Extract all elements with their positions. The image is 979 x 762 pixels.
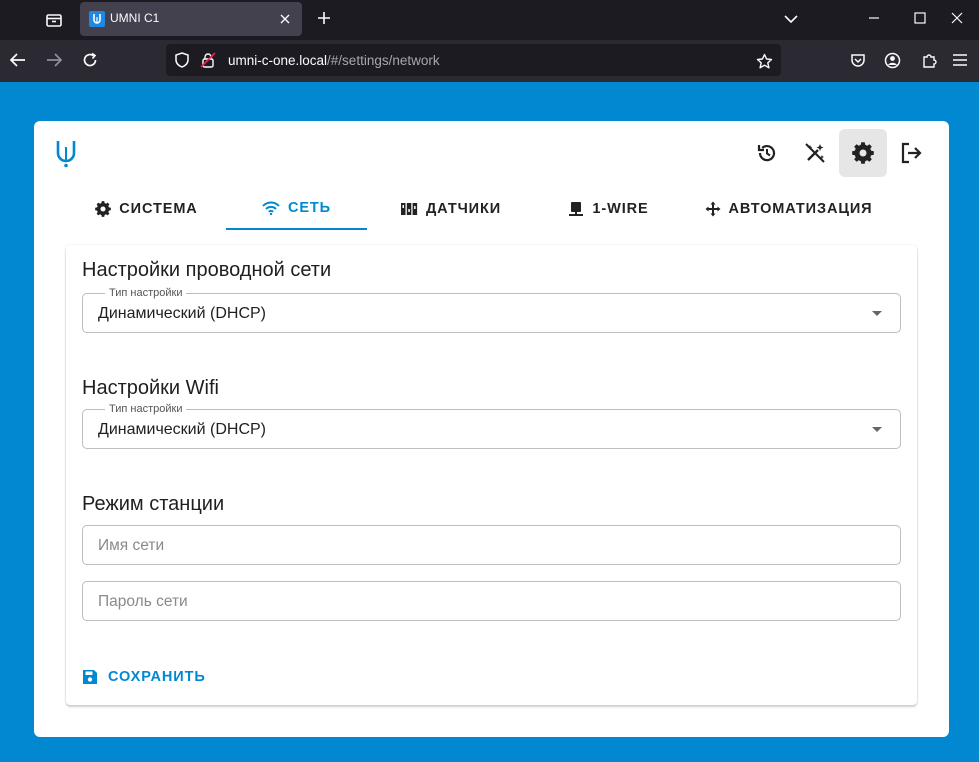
station-section-title: Режим станции: [82, 493, 225, 515]
favicon-icon: [89, 11, 105, 27]
plus-icon: [318, 12, 330, 24]
theme-toggle-button[interactable]: [791, 129, 839, 177]
tab-automation-label: АВТОМАТИЗАЦИЯ: [728, 201, 873, 217]
browser-tab-active[interactable]: UMNI C1: [80, 2, 302, 36]
close-icon: [951, 12, 963, 24]
hamburger-menu-icon: [953, 54, 967, 66]
password-input[interactable]: Пароль сети: [82, 581, 901, 621]
logout-icon: [901, 142, 922, 164]
dropdown-arrow-icon: [872, 311, 882, 316]
wifi-config-type-value: Динамический (DHCP): [98, 421, 266, 438]
url-host: umni-c-one.local: [228, 53, 328, 68]
insecure-lock-icon[interactable]: [200, 52, 216, 68]
settings-tabs: СИСТЕМА СЕТЬ ДАТЧИКИ 1-WIRE АВТОМАТИЗАЦИ…: [67, 188, 894, 230]
reload-button[interactable]: [75, 45, 105, 75]
auto-fix-off-icon: [805, 143, 825, 163]
shield-icon: [175, 52, 189, 68]
puzzle-icon: [923, 54, 937, 68]
tab-network[interactable]: СЕТЬ: [226, 188, 367, 230]
new-tab-button[interactable]: [312, 6, 336, 30]
tab-1wire[interactable]: 1-WIRE: [534, 188, 683, 230]
ssid-placeholder: Имя сети: [98, 537, 165, 554]
dropdown-arrow-icon: [872, 427, 882, 432]
network-settings-panel: Настройки проводной сети Тип настройки Д…: [66, 245, 917, 705]
tab-sensors-label: ДАТЧИКИ: [425, 201, 502, 217]
menu-button[interactable]: [945, 45, 975, 75]
ssid-input[interactable]: Имя сети: [82, 525, 901, 565]
tab-system[interactable]: СИСТЕМА: [67, 188, 226, 230]
bookmark-button[interactable]: [753, 50, 775, 72]
back-button[interactable]: [3, 45, 33, 75]
close-icon: [280, 14, 290, 24]
sensors-icon: [400, 203, 418, 215]
extensions-button[interactable]: [914, 45, 944, 75]
maximize-icon: [914, 12, 926, 24]
browser-tab-bar: UMNI C1: [0, 0, 979, 40]
close-window-button[interactable]: [935, 0, 979, 36]
gear-icon: [95, 201, 112, 217]
app-card: СИСТЕМА СЕТЬ ДАТЧИКИ 1-WIRE АВТОМАТИЗАЦИ…: [34, 121, 949, 737]
restore-icon: [757, 145, 776, 162]
tab-1wire-label: 1-WIRE: [592, 201, 649, 217]
url-bar[interactable]: umni-c-one.local/#/settings/network: [166, 44, 781, 76]
url-path: /#/settings/network: [327, 53, 440, 68]
arrow-right-icon: [47, 53, 62, 67]
minimize-button[interactable]: [851, 0, 897, 36]
arrow-left-icon: [10, 53, 25, 67]
account-button[interactable]: [877, 45, 907, 75]
save-button-label: СОХРАНИТЬ: [108, 669, 206, 685]
forward-button[interactable]: [39, 45, 69, 75]
wired-section-title: Настройки проводной сети: [82, 259, 332, 281]
reload-icon: [83, 52, 97, 67]
account-icon: [884, 52, 900, 68]
tab-close-button[interactable]: [274, 8, 296, 30]
chevron-down-icon: [784, 15, 798, 24]
tab-system-label: СИСТЕМА: [119, 201, 198, 217]
browser-nav-bar: umni-c-one.local/#/settings/network: [0, 40, 979, 82]
save-button[interactable]: СОХРАНИТЬ: [82, 669, 206, 685]
tab-list-button[interactable]: [36, 4, 72, 36]
wifi-section-title: Настройки Wifi: [82, 377, 219, 399]
minimize-icon: [869, 17, 879, 19]
history-button[interactable]: [743, 129, 791, 177]
password-placeholder: Пароль сети: [98, 593, 188, 610]
logout-button[interactable]: [887, 129, 935, 177]
gear-icon: [852, 142, 874, 164]
tab-network-label: СЕТЬ: [287, 200, 332, 216]
device-icon: [569, 202, 584, 216]
wifi-config-type-label: Тип настройки: [105, 403, 187, 415]
tab-automation[interactable]: АВТОМАТИЗАЦИЯ: [683, 188, 894, 230]
wired-config-type-label: Тип настройки: [105, 287, 187, 299]
url-text: umni-c-one.local/#/settings/network: [228, 53, 440, 68]
wifi-config-type-select[interactable]: Тип настройки Динамический (DHCP): [82, 403, 901, 449]
tab-title: UMNI C1: [110, 11, 160, 25]
wired-config-type-value: Динамический (DHCP): [98, 305, 266, 322]
move-icon: [705, 201, 721, 217]
wired-config-type-select[interactable]: Тип настройки Динамический (DHCP): [82, 287, 901, 333]
wifi-icon: [262, 201, 280, 215]
top-actions: [743, 129, 935, 177]
pocket-button[interactable]: [843, 45, 873, 75]
pocket-icon: [851, 54, 865, 67]
star-icon: [756, 53, 772, 68]
tab-list-icon: [46, 14, 62, 27]
save-icon: [83, 670, 97, 684]
settings-button[interactable]: [839, 129, 887, 177]
tab-sensors[interactable]: ДАТЧИКИ: [367, 188, 534, 230]
list-all-tabs-button[interactable]: [778, 6, 804, 32]
umni-logo-icon[interactable]: [54, 139, 78, 169]
